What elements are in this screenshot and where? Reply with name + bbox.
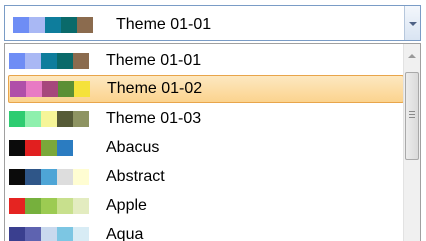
color-swatch [41, 111, 57, 127]
selected-theme-label: Theme 01-01 [116, 16, 212, 33]
color-swatch [9, 169, 25, 185]
vertical-scrollbar[interactable] [403, 44, 420, 241]
theme-label: Apple [106, 197, 147, 214]
theme-swatches [9, 53, 89, 69]
color-swatch [57, 198, 73, 214]
theme-swatches [10, 81, 90, 97]
theme-list-item[interactable]: Abacus [5, 134, 401, 162]
theme-label: Abstract [106, 168, 165, 185]
color-swatch [41, 53, 57, 69]
color-swatch [73, 53, 89, 69]
color-swatch [25, 169, 41, 185]
color-swatch [58, 81, 74, 97]
grip-line [409, 111, 415, 112]
theme-list-item[interactable]: Theme 01-01 [5, 47, 401, 75]
theme-list-item[interactable]: Apple [5, 192, 401, 220]
color-swatch [61, 17, 77, 33]
theme-swatches [9, 169, 89, 185]
scroll-up-arrow-icon[interactable] [408, 54, 416, 58]
color-swatch [9, 53, 25, 69]
color-swatch [41, 169, 57, 185]
color-swatch [9, 227, 25, 241]
theme-swatches [9, 140, 73, 156]
scrollbar-thumb[interactable] [405, 72, 419, 160]
theme-combobox[interactable]: Theme 01-01 [4, 5, 421, 41]
color-swatch [25, 198, 41, 214]
color-swatch [57, 140, 73, 156]
theme-label: Theme 01-03 [106, 110, 202, 127]
theme-dropdown-list: Theme 01-01 Theme 01-02 Theme 01-03 Abacus A… [4, 43, 421, 241]
color-swatch [73, 169, 89, 185]
color-swatch [25, 111, 41, 127]
color-swatch [41, 227, 57, 241]
color-swatch [9, 140, 25, 156]
color-swatch [42, 81, 58, 97]
color-swatch [13, 17, 29, 33]
color-swatch [57, 227, 73, 241]
theme-label: Aqua [106, 226, 144, 241]
color-swatch [29, 17, 45, 33]
theme-label: Theme 01-02 [107, 80, 203, 97]
color-swatch [57, 111, 73, 127]
theme-list-item[interactable]: Theme 01-03 [5, 105, 401, 133]
color-swatch [57, 169, 73, 185]
theme-list-item[interactable]: Abstract [5, 163, 401, 191]
grip-line [409, 114, 415, 115]
theme-label: Abacus [106, 139, 160, 156]
color-swatch [73, 227, 89, 241]
chevron-down-icon [409, 22, 417, 26]
color-swatch [25, 140, 41, 156]
selected-theme-swatches [13, 17, 93, 33]
color-swatch [25, 53, 41, 69]
color-swatch [25, 227, 41, 241]
color-swatch [41, 140, 57, 156]
theme-swatches [9, 227, 89, 241]
color-swatch [10, 81, 26, 97]
theme-list-item[interactable]: Theme 01-02 [8, 75, 404, 103]
color-swatch [77, 17, 93, 33]
color-swatch [74, 81, 90, 97]
color-swatch [45, 17, 61, 33]
grip-line [409, 117, 415, 118]
dropdown-button[interactable] [404, 6, 420, 40]
theme-list-item[interactable]: Aqua [5, 221, 401, 241]
theme-swatches [9, 111, 89, 127]
color-swatch [73, 111, 89, 127]
theme-swatches [9, 198, 89, 214]
color-swatch [41, 198, 57, 214]
color-swatch [26, 81, 42, 97]
theme-label: Theme 01-01 [106, 52, 202, 69]
color-swatch [9, 111, 25, 127]
color-swatch [57, 53, 73, 69]
color-swatch [9, 198, 25, 214]
color-swatch [73, 198, 89, 214]
